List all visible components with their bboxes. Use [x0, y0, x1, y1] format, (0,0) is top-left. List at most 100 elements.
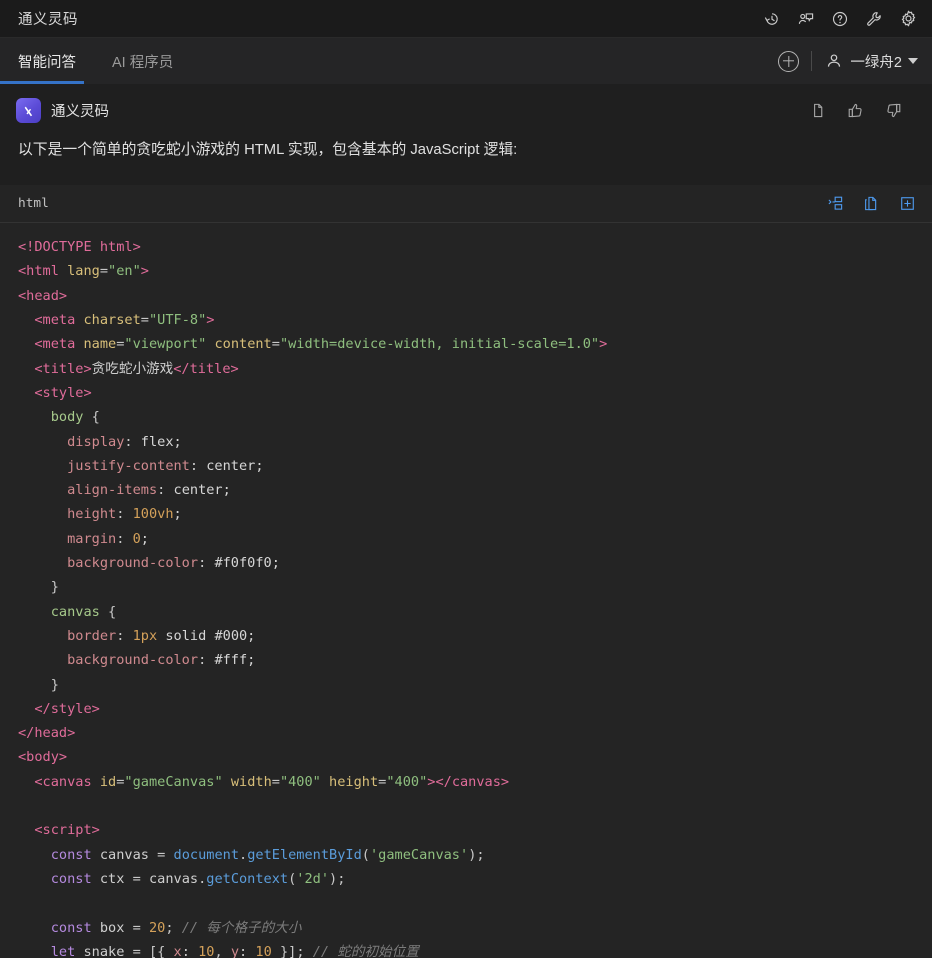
- code-line: <meta charset="UTF-8">: [18, 308, 932, 332]
- code-line: align-items: center;: [18, 478, 932, 502]
- insert-code-icon[interactable]: [898, 195, 916, 213]
- code-token: name: [83, 336, 117, 353]
- code-token: >: [140, 263, 149, 280]
- code-token: <!DOCTYPE html>: [18, 239, 141, 256]
- tab-ai-programmer[interactable]: AI 程序员: [94, 38, 191, 84]
- code-token: "viewport": [124, 336, 207, 353]
- settings-gear-icon[interactable]: [898, 9, 918, 29]
- assistant-message-text: 以下是一个简单的贪吃蛇小游戏的 HTML 实现，包含基本的 JavaScript…: [18, 142, 518, 158]
- code-token: // 蛇的初始位置: [312, 943, 419, 958]
- thumbs-up-icon[interactable]: [846, 102, 864, 120]
- code-token: = [{: [132, 943, 174, 958]
- code-token: "400": [386, 773, 428, 790]
- code-line: margin: 0;: [18, 527, 932, 551]
- code-token: ,: [214, 943, 231, 958]
- code-token: background-color: [67, 652, 199, 669]
- code-line: display: flex;: [18, 430, 932, 454]
- code-line: const canvas = document.getElementById('…: [18, 843, 932, 867]
- help-question-icon[interactable]: [830, 9, 850, 29]
- person-icon: [824, 51, 844, 71]
- code-token: getContext: [206, 870, 289, 887]
- code-token: box: [91, 919, 133, 936]
- plus-circle-icon[interactable]: [778, 50, 800, 72]
- code-token: let: [50, 943, 76, 958]
- code-token: 1px: [132, 627, 158, 644]
- code-token: :: [181, 943, 199, 958]
- feedback-person-icon[interactable]: [796, 9, 816, 29]
- code-line: <head>: [18, 284, 932, 308]
- code-token: "400": [279, 773, 321, 790]
- diff-compare-icon[interactable]: [826, 195, 844, 213]
- chevron-down-icon: [908, 58, 918, 64]
- code-token: :: [198, 555, 215, 572]
- code-token: content: [214, 336, 272, 353]
- code-token: :: [239, 943, 256, 958]
- code-token: getElementById: [247, 846, 362, 863]
- code-token: =: [271, 773, 280, 790]
- code-token: :: [116, 506, 133, 523]
- tab-smart-qa[interactable]: 智能问答: [0, 38, 94, 84]
- code-token: width: [230, 773, 272, 790]
- tab-bar: 智能问答 AI 程序员 一绿舟2: [0, 38, 932, 84]
- code-token: // 每个格子的大小: [181, 919, 302, 936]
- code-line: const ctx = canvas.getContext('2d');: [18, 867, 932, 891]
- code-token: '2d': [296, 870, 330, 887]
- code-block-header: html: [0, 185, 932, 224]
- tab-list: 智能问答 AI 程序员: [0, 38, 191, 84]
- message-actions: [808, 102, 918, 120]
- code-token: height: [67, 506, 117, 523]
- thumbs-down-icon[interactable]: [884, 102, 902, 120]
- code-token: x: [173, 943, 182, 958]
- code-line: let snake = [{ x: 10, y: 10 }]; // 蛇的初始位…: [18, 940, 932, 958]
- code-token: <html: [18, 263, 68, 280]
- code-line: border: 1px solid #000;: [18, 624, 932, 648]
- code-token: flex;: [140, 433, 182, 450]
- code-token: "width=device-width, initial-scale=1.0": [279, 336, 600, 353]
- title-bar: 通义灵码: [0, 0, 932, 38]
- code-token: charset: [83, 312, 141, 329]
- code-token: 10: [255, 943, 272, 958]
- user-menu[interactable]: 一绿舟2: [824, 51, 918, 72]
- copy-icon[interactable]: [808, 102, 826, 120]
- code-line: </style>: [18, 697, 932, 721]
- code-content[interactable]: <!DOCTYPE html> <html lang="en"> <head> …: [0, 223, 932, 958]
- code-line: body {: [18, 405, 932, 429]
- code-token: body: [50, 409, 84, 426]
- code-token: "en": [108, 263, 141, 280]
- code-token: );: [329, 870, 346, 887]
- code-token: snake: [75, 943, 133, 958]
- code-line: </head>: [18, 721, 932, 745]
- code-line: <body>: [18, 745, 932, 769]
- code-token: =: [132, 919, 149, 936]
- code-token: "gameCanvas": [124, 773, 223, 790]
- code-token: =: [132, 870, 149, 887]
- copy-code-icon[interactable]: [862, 195, 880, 213]
- code-token: :: [157, 482, 174, 499]
- code-token: =: [140, 312, 149, 329]
- divider: [811, 51, 813, 71]
- code-token: );: [468, 846, 485, 863]
- tab-bar-right-actions: 一绿舟2: [778, 38, 932, 84]
- chat-content: 通义灵码 以下是一个简单的贪吃蛇小游戏的 HTML 实现，包含基本的 JavaS…: [0, 84, 932, 958]
- code-line: }: [18, 673, 932, 697]
- code-token: :: [189, 457, 207, 474]
- wrench-icon[interactable]: [864, 9, 884, 29]
- code-token: </style>: [34, 700, 100, 717]
- history-icon[interactable]: [762, 9, 782, 29]
- code-token: display: [67, 433, 125, 450]
